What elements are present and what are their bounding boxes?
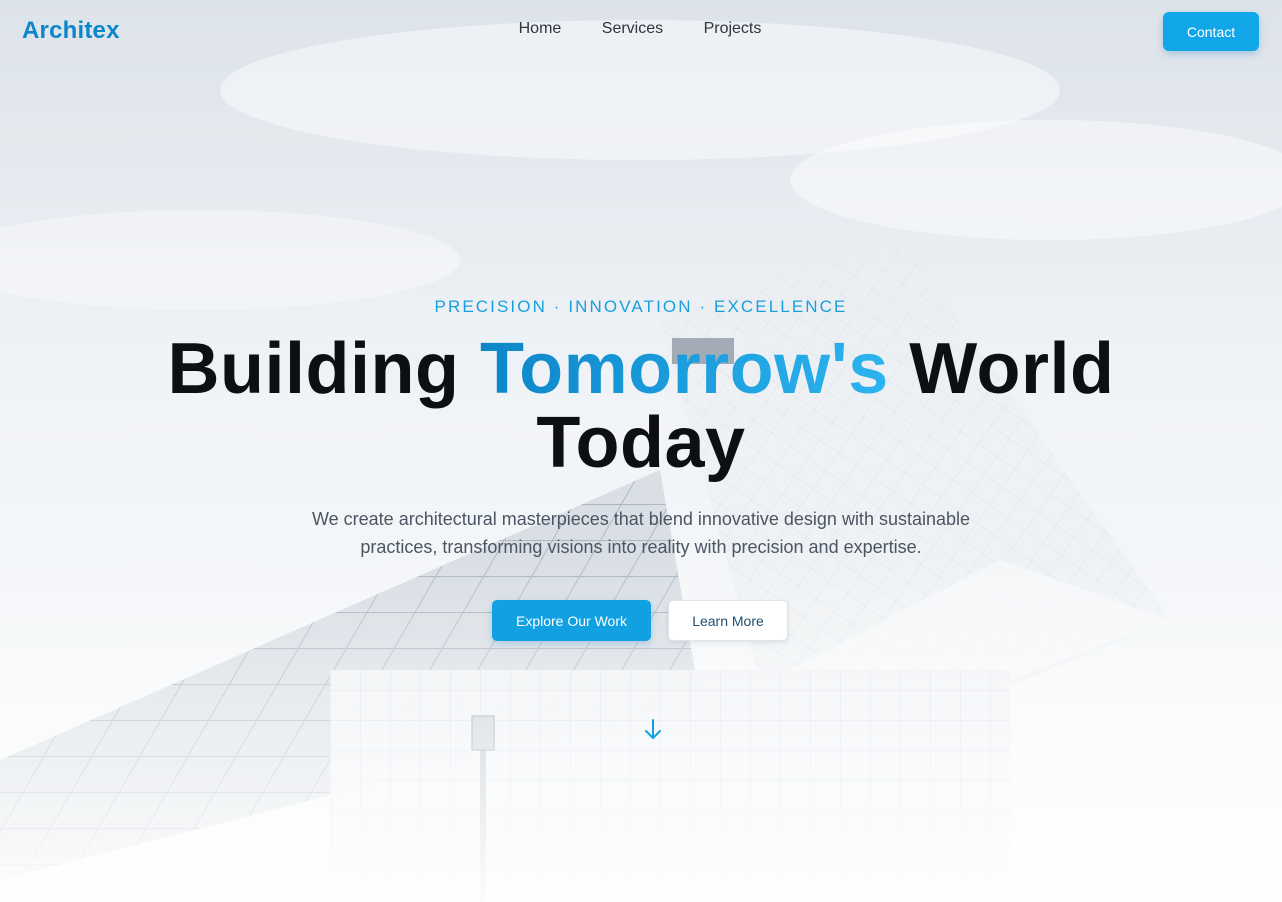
contact-button[interactable]: Contact — [1163, 12, 1259, 51]
nav-link-services[interactable]: Services — [602, 20, 663, 38]
top-navigation: Architex Home Services Projects Contact — [0, 0, 1282, 64]
nav-link-projects[interactable]: Projects — [704, 20, 762, 38]
arrow-down-icon[interactable] — [642, 716, 664, 744]
learn-more-button[interactable]: Learn More — [668, 600, 788, 641]
headline-part2: World — [888, 329, 1115, 409]
nav-link-home[interactable]: Home — [519, 20, 562, 38]
hero-headline: Building Tomorrow's World Today — [0, 332, 1282, 480]
headline-line2: Today — [536, 403, 746, 483]
hero-subtitle: We create architectural masterpieces tha… — [300, 505, 982, 561]
nav-links: Home Services Projects — [0, 20, 1282, 38]
explore-our-work-button[interactable]: Explore Our Work — [492, 600, 651, 641]
hero-tagline: PRECISION · INNOVATION · EXCELLENCE — [434, 297, 848, 316]
headline-part1: Building — [167, 329, 480, 409]
subtitle-line1: We create architectural masterpieces tha… — [311, 509, 971, 529]
subtitle-line2: practices, transforming visions into rea… — [360, 537, 922, 557]
headline-highlight: Tomorrow's — [479, 329, 889, 409]
